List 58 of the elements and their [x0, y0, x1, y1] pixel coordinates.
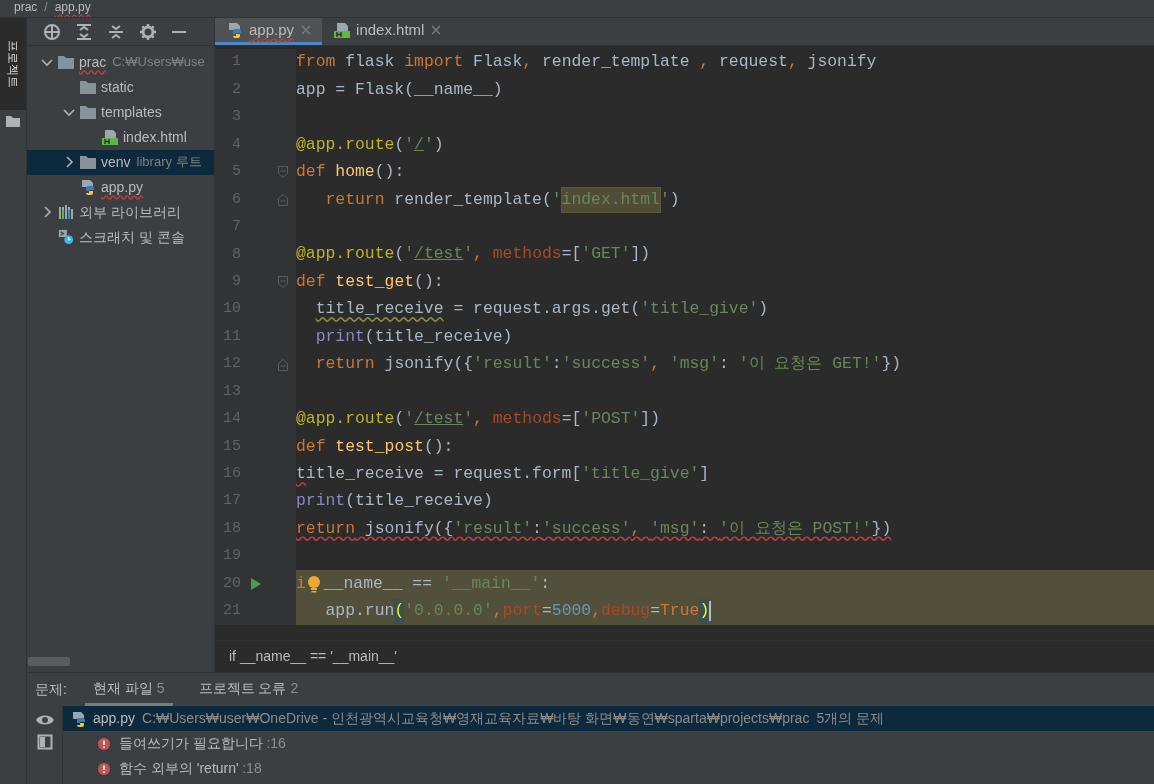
problem-row[interactable]: 들여쓰기가 필요합니다 :16: [63, 731, 1154, 756]
code-line: @app.route('/'): [296, 133, 445, 156]
code-line: @app.route('/test', methods=['POST']): [296, 408, 662, 431]
library-icon: [57, 204, 75, 220]
python-file-icon: [71, 710, 87, 727]
code-line: return render_template('index.html'): [296, 186, 1154, 214]
code-line: return jsonify({'result':'success', 'msg': '이 요청은 GET!'}): [314, 353, 903, 376]
project-side-tab[interactable]: 프로젝트: [0, 18, 26, 110]
tree-item[interactable]: app.py: [27, 174, 214, 200]
tree-item[interactable]: 외부 라이브러리: [27, 199, 214, 225]
error-icon: [97, 761, 111, 776]
locate-icon[interactable]: [43, 22, 61, 41]
code-line: app = Flask(__name__): [296, 78, 504, 101]
run-icon[interactable]: [249, 577, 262, 592]
error-icon: [97, 736, 111, 751]
breadcrumb-separator: /: [44, 0, 48, 16]
code-line: print(title_receive): [314, 325, 514, 348]
tree-item[interactable]: index.html: [27, 124, 214, 150]
folder-icon: [79, 79, 97, 95]
scrollbar-thumb[interactable]: [28, 657, 70, 666]
scratch-clock-icon: [57, 229, 75, 245]
code-line: title_receive = request.args.get('title_give'): [314, 298, 770, 321]
tree-item[interactable]: templates: [27, 99, 214, 125]
settings-icon[interactable]: [139, 22, 157, 41]
code-line: title_receive = request.form['title_give']: [296, 462, 711, 485]
folder-icon: [79, 154, 97, 170]
folder-icon: [79, 104, 97, 120]
editor-breadcrumb[interactable]: if __name__ == '__main__': [229, 646, 398, 667]
code-line: return jsonify({'result':'success', 'msg': '이 요청은 POST!'}): [296, 517, 893, 540]
html-file-icon: [334, 22, 351, 38]
html-file-icon: [101, 129, 119, 145]
folder-icon: [57, 54, 75, 70]
eye-icon[interactable]: [34, 713, 55, 727]
panel-title: 문제:: [35, 680, 67, 699]
code-line: @app.route('/test', methods=['GET']): [296, 243, 652, 266]
python-file-icon: [227, 22, 243, 38]
code-line: def test_post():: [296, 435, 455, 458]
tree-item[interactable]: static: [27, 74, 214, 100]
breadcrumb-item[interactable]: prac: [14, 0, 38, 17]
expand-all-icon[interactable]: [75, 22, 93, 41]
editor-tab[interactable]: app.py: [215, 18, 323, 45]
code-line: def test_get():: [296, 270, 445, 293]
problem-file-row[interactable]: app.py C:₩Users₩user₩OneDrive - 인천광역시교육청₩영재교육자료₩바탕 화면₩동연₩sparta₩projects₩prac 5개의 문제: [63, 706, 1154, 731]
problem-row[interactable]: 함수 외부의 'return' :18: [63, 756, 1154, 781]
code-line: print(title_receive): [296, 490, 494, 513]
close-icon[interactable]: [430, 24, 443, 36]
breadcrumb-item[interactable]: app.py: [54, 0, 91, 17]
editor-tab[interactable]: index.html: [322, 18, 453, 45]
folder-icon[interactable]: [5, 114, 21, 128]
code-line: from flask import Flask, render_template , request, jsonify: [296, 51, 878, 74]
collapse-all-icon[interactable]: [107, 22, 125, 41]
preview-panel-icon[interactable]: [36, 734, 53, 750]
python-file-icon: [79, 179, 97, 195]
tree-item[interactable]: prac C:₩Users₩use: [27, 49, 214, 75]
code-line: def home():: [296, 161, 406, 184]
tree-item[interactable]: venv library 루트: [27, 149, 214, 175]
problems-tab[interactable]: 프로젝트 오류 2: [190, 673, 307, 706]
tree-item[interactable]: 스크래치 및 콘솔: [27, 224, 214, 250]
